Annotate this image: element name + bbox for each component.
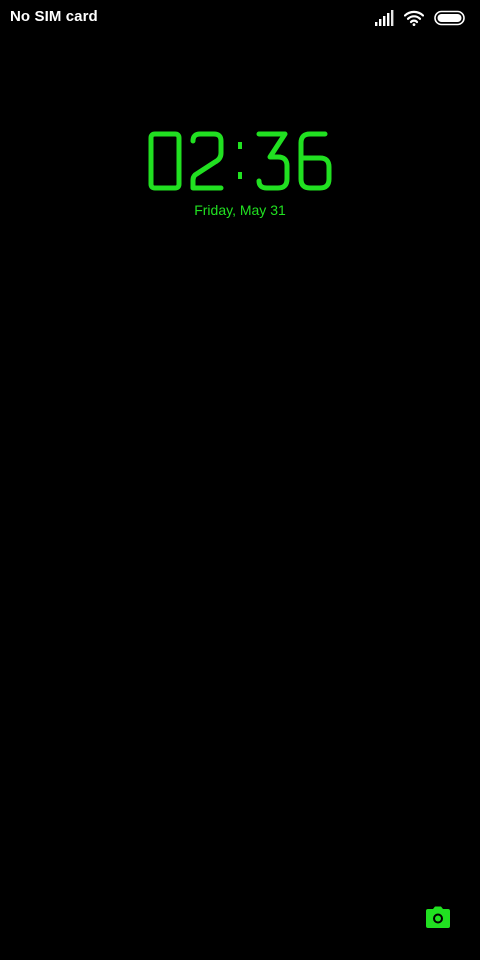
camera-icon: [426, 906, 450, 928]
clock-digits: [148, 131, 332, 191]
clock-colon: [238, 142, 242, 179]
camera-shortcut[interactable]: [426, 906, 450, 928]
battery-icon: [434, 10, 466, 26]
carrier-label: No SIM card: [10, 8, 98, 25]
lock-screen: No SIM card Friday, May 31: [0, 0, 480, 960]
clock-digit: [148, 131, 182, 191]
status-bar: No SIM card: [0, 0, 480, 36]
signal-icon: [374, 10, 394, 26]
wifi-icon: [404, 10, 424, 26]
clock-digit: [190, 131, 224, 191]
lockscreen-clock: 02:36: [0, 128, 480, 196]
clock-digit: [298, 131, 332, 191]
lockscreen-date: Friday, May 31: [194, 202, 286, 218]
clock-time-text: 02:36: [0, 194, 1, 195]
status-icons: [374, 8, 466, 28]
clock-digit: [256, 131, 290, 191]
